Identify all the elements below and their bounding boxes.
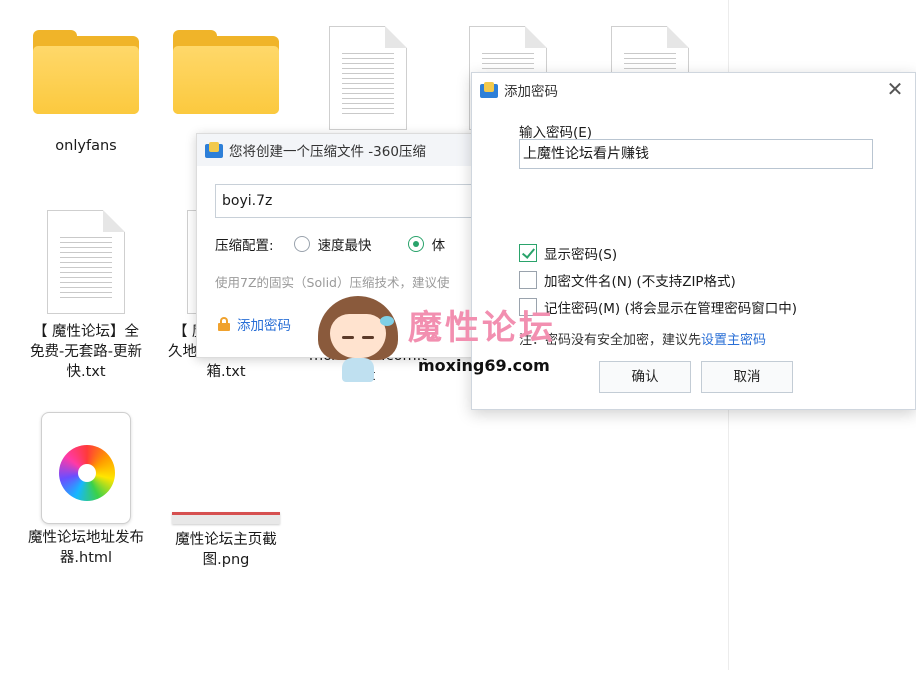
- watermark-brand: 魔性论坛: [408, 308, 556, 348]
- radio-fastest[interactable]: [293, 236, 310, 252]
- compress-dialog-title: 您将创建一个压缩文件 -360压缩: [229, 144, 426, 160]
- set-master-password-link[interactable]: 设置主密码: [701, 333, 766, 348]
- lock-icon: [217, 317, 231, 331]
- watermark: 魔性论坛 moxing69.com: [312, 292, 582, 392]
- ok-button[interactable]: 确认: [599, 361, 691, 393]
- file-item-image[interactable]: 魔性论坛主页截图.png: [166, 412, 286, 570]
- folder-icon: [33, 30, 139, 114]
- mascot-image: [318, 296, 398, 382]
- radio-smallest-label[interactable]: 体: [432, 234, 446, 254]
- show-password-checkbox[interactable]: [519, 244, 537, 262]
- watermark-site: moxing69.com: [418, 356, 550, 375]
- cancel-button[interactable]: 取消: [701, 361, 793, 393]
- compress-config-row: 压缩配置: 速度最快 体: [215, 234, 445, 254]
- show-password-row[interactable]: 显示密码(S): [519, 243, 617, 263]
- text-file-icon: [47, 210, 125, 314]
- radio-smallest[interactable]: [407, 236, 424, 252]
- file-label: 【 魔性论坛】全免费-无套路-更新快.txt: [30, 324, 142, 380]
- password-input[interactable]: 上魔性论坛看片赚钱: [519, 139, 873, 169]
- compress-config-label: 压缩配置:: [215, 238, 274, 254]
- password-dialog-titlebar[interactable]: 添加密码: [472, 73, 915, 107]
- folder-icon: [173, 30, 279, 114]
- password-input-label: 输入密码(E): [519, 125, 593, 141]
- encrypt-filenames-row[interactable]: 加密文件名(N) (不支持ZIP格式): [519, 270, 736, 290]
- solid-compression-hint: 使用7Z的固实（Solid）压缩技术，建议使: [215, 275, 450, 290]
- radio-fastest-label[interactable]: 速度最快: [318, 234, 372, 254]
- show-password-label[interactable]: 显示密码(S): [544, 243, 617, 263]
- add-password-label[interactable]: 添加密码: [237, 314, 291, 334]
- encrypt-filenames-checkbox[interactable]: [519, 271, 537, 289]
- text-file-icon: [329, 26, 407, 130]
- file-label: 魔性论坛地址发布器.html: [28, 530, 144, 566]
- add-password-link[interactable]: 添加密码: [217, 314, 291, 334]
- archive-filename-input[interactable]: boyi.7z: [215, 184, 485, 218]
- close-icon[interactable]: ✕: [885, 79, 905, 100]
- file-label: 魔性论坛主页截图.png: [175, 532, 277, 568]
- file-label: onlyfans: [55, 138, 117, 154]
- archive-app-icon: [480, 82, 498, 98]
- file-item-folder[interactable]: [166, 30, 286, 114]
- archive-app-icon: [205, 142, 223, 158]
- compress-dialog-titlebar[interactable]: 您将创建一个压缩文件 -360压缩: [197, 134, 495, 166]
- file-item-html[interactable]: 魔性论坛地址发布器.html: [26, 412, 146, 568]
- html-file-icon: [41, 412, 131, 524]
- image-thumbnail-icon: [172, 512, 280, 524]
- password-dialog-title: 添加密码: [504, 84, 558, 100]
- file-item-text[interactable]: [308, 26, 428, 130]
- encrypt-filenames-label[interactable]: 加密文件名(N) (不支持ZIP格式): [544, 270, 736, 290]
- file-item-text[interactable]: 【 魔性论坛】全免费-无套路-更新快.txt: [26, 210, 146, 382]
- file-item-folder-onlyfans[interactable]: onlyfans: [26, 30, 146, 156]
